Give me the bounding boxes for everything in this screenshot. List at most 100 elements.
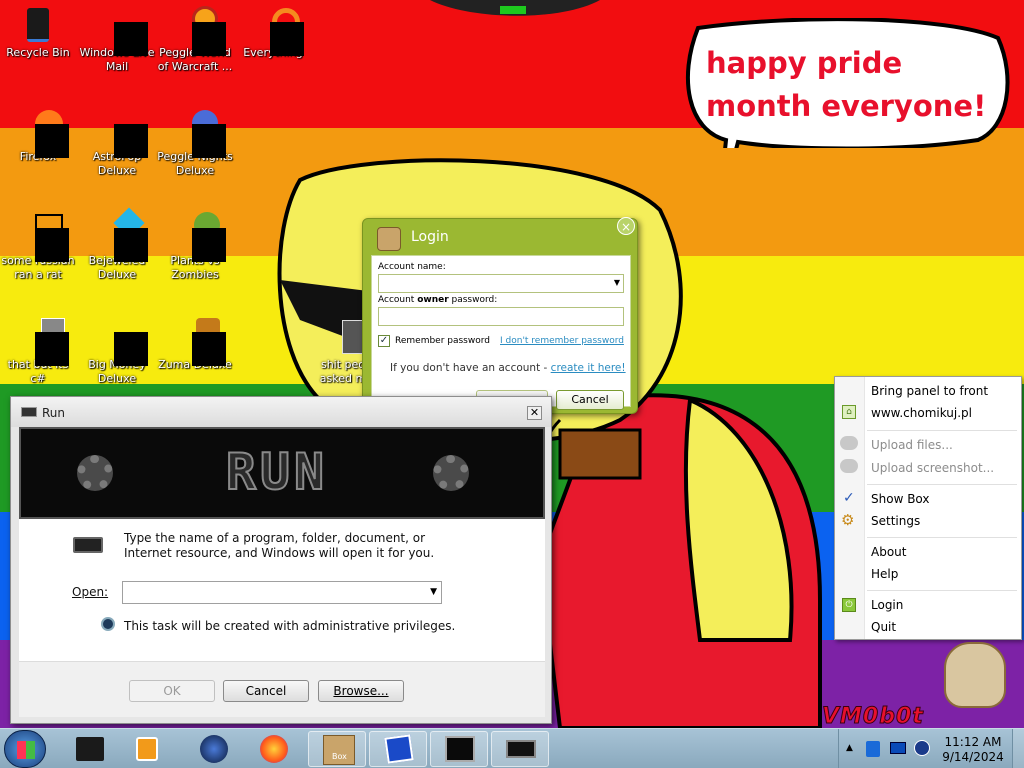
chomikbox-icon: Box xyxy=(323,735,355,765)
desktop-icon-windows-live-mail[interactable]: Windows Live Mail xyxy=(78,8,156,74)
document-icon xyxy=(21,214,69,262)
run-title: Run xyxy=(42,406,66,420)
taskbar-task-monitor[interactable] xyxy=(430,731,488,767)
menu-item-bring-to-front[interactable]: Bring panel to front xyxy=(871,384,988,398)
box-label: Box xyxy=(332,752,347,761)
upload-icon xyxy=(840,436,858,450)
no-account-text: If you don't have an account - create it… xyxy=(390,362,626,374)
shield-icon xyxy=(101,617,115,631)
login-panel: Account name: ▼ Account owner password: … xyxy=(371,255,631,410)
close-icon[interactable]: ✕ xyxy=(527,406,542,420)
menu-separator xyxy=(867,484,1017,485)
peggle-icon xyxy=(178,6,226,56)
forgot-password-link[interactable]: I don't remember password xyxy=(500,336,624,346)
taskbar-globe[interactable] xyxy=(184,731,242,767)
remember-password-label: Remember password xyxy=(395,336,490,346)
firefox-icon xyxy=(260,735,288,763)
folder-icon xyxy=(326,320,372,354)
clock-date: 9/14/2024 xyxy=(942,750,1004,764)
display-icon[interactable] xyxy=(890,742,906,754)
pvz-icon xyxy=(178,212,226,262)
menu-item-settings[interactable]: Settings xyxy=(871,514,920,528)
chomik-mascot-icon[interactable] xyxy=(944,642,1006,708)
run-window-icon xyxy=(21,407,37,417)
big-money-icon xyxy=(100,320,148,366)
network-icon[interactable] xyxy=(866,741,880,757)
peggle-nights-icon xyxy=(178,110,226,158)
tray-clock[interactable]: 11:12 AM 9/14/2024 xyxy=(940,735,1006,765)
desktop-icon-zuma[interactable]: Zuma Deluxe xyxy=(156,318,234,372)
monitor-icon xyxy=(445,736,475,762)
taskbar-run[interactable] xyxy=(491,731,549,767)
desktop-icon-plants-vs-zombies[interactable]: Plants vs Zombies xyxy=(156,212,234,282)
desktop-icon-big-money[interactable]: Big Money Deluxe xyxy=(78,320,156,386)
menu-item-about[interactable]: About xyxy=(871,545,906,559)
taskbar-firefox[interactable] xyxy=(244,731,302,767)
create-account-link[interactable]: create it here! xyxy=(551,362,626,374)
close-icon[interactable]: × xyxy=(617,217,635,235)
desktop-icon-russian-rat[interactable]: some russian ran a rat xyxy=(0,214,77,282)
start-button[interactable] xyxy=(4,730,46,768)
desktop-icon-peggle-nights[interactable]: Peggle Nights Deluxe xyxy=(156,110,234,178)
firefox-icon xyxy=(21,110,69,158)
remember-password-checkbox[interactable]: ✓ xyxy=(378,335,390,347)
run-program-icon xyxy=(73,537,103,553)
run-description: Type the name of a program, folder, docu… xyxy=(124,531,435,560)
windows-logo-icon xyxy=(17,741,35,759)
check-icon: ✓ xyxy=(843,490,855,506)
gear-icon: ⚙ xyxy=(841,511,855,529)
taskbar-computer[interactable] xyxy=(60,731,118,767)
taskbar-chomikbox[interactable]: Box xyxy=(308,731,366,767)
show-hidden-icons-icon[interactable]: ▲ xyxy=(846,743,853,753)
menu-item-quit[interactable]: Quit xyxy=(871,620,896,634)
chevron-down-icon[interactable]: ▼ xyxy=(430,587,437,597)
menu-separator xyxy=(867,537,1017,538)
open-combobox[interactable]: ▼ xyxy=(122,581,442,604)
desktop-icon-astropop[interactable]: AstroPop Deluxe xyxy=(78,112,156,178)
account-name-field[interactable]: ▼ xyxy=(378,274,624,293)
run-cancel-button[interactable]: Cancel xyxy=(223,680,309,702)
ok-button[interactable]: OK xyxy=(129,680,215,702)
login-title: Login xyxy=(411,229,449,245)
gear-icon xyxy=(77,455,113,491)
desktop-icon-peggle-wow[interactable]: Peggle World of Warcraft ... xyxy=(156,6,234,74)
login-cancel-button[interactable]: Cancel xyxy=(556,390,624,410)
show-desktop-button[interactable] xyxy=(1012,729,1024,768)
desktop-icon-that-but-csharp[interactable]: that but its c# xyxy=(0,318,77,386)
menu-item-upload-screenshot[interactable]: Upload screenshot... xyxy=(871,461,994,475)
volume-icon[interactable] xyxy=(914,740,930,756)
desktop-icon-label: shit peo asked m xyxy=(319,358,367,385)
menu-item-upload-files[interactable]: Upload files... xyxy=(871,438,953,452)
globe-icon xyxy=(200,735,228,763)
menu-item-help[interactable]: Help xyxy=(871,567,898,581)
login-window[interactable]: Login × Account name: ▼ Account owner pa… xyxy=(362,217,638,414)
account-name-label: Account name: xyxy=(378,262,446,272)
run-titlebar[interactable]: Run ✕ xyxy=(11,397,551,427)
menu-item-chomikuj[interactable]: www.chomikuj.pl xyxy=(871,406,972,420)
desktop-icon-bejeweled[interactable]: Bejeweled Deluxe xyxy=(78,207,156,282)
taskbar-notepad[interactable] xyxy=(369,731,427,767)
password-label: Account owner password: xyxy=(378,295,498,305)
menu-separator xyxy=(867,590,1017,591)
browse-button[interactable]: Browse... xyxy=(318,680,404,702)
run-banner-text: RUN xyxy=(225,442,329,502)
mail-icon xyxy=(100,8,148,56)
run-dialog[interactable]: Run ✕ RUN Type the name of a program, fo… xyxy=(10,396,552,724)
tray-divider xyxy=(838,729,839,768)
run-icon xyxy=(506,740,536,758)
admin-note: This task will be created with administr… xyxy=(124,619,456,633)
clock-time: 11:12 AM xyxy=(944,735,1002,749)
desktop-icon-everything[interactable]: Everything xyxy=(234,8,312,60)
menu-item-show-box[interactable]: Show Box xyxy=(871,492,930,506)
desktop-icon-firefox[interactable]: Firefox xyxy=(0,110,77,164)
password-field[interactable] xyxy=(378,307,624,326)
tray-context-menu[interactable]: Bring panel to front ⌂ www.chomikuj.pl U… xyxy=(834,376,1022,640)
run-body: RUN Type the name of a program, folder, … xyxy=(19,427,545,717)
chomik-icon xyxy=(377,227,401,251)
menu-item-login[interactable]: Login xyxy=(871,598,903,612)
desktop-icon-recycle-bin[interactable]: Recycle Bin xyxy=(0,8,77,60)
everything-icon xyxy=(256,8,304,56)
taskbar-media-player[interactable] xyxy=(118,731,176,767)
chevron-down-icon[interactable]: ▼ xyxy=(614,278,620,287)
astropop-icon xyxy=(100,112,148,158)
